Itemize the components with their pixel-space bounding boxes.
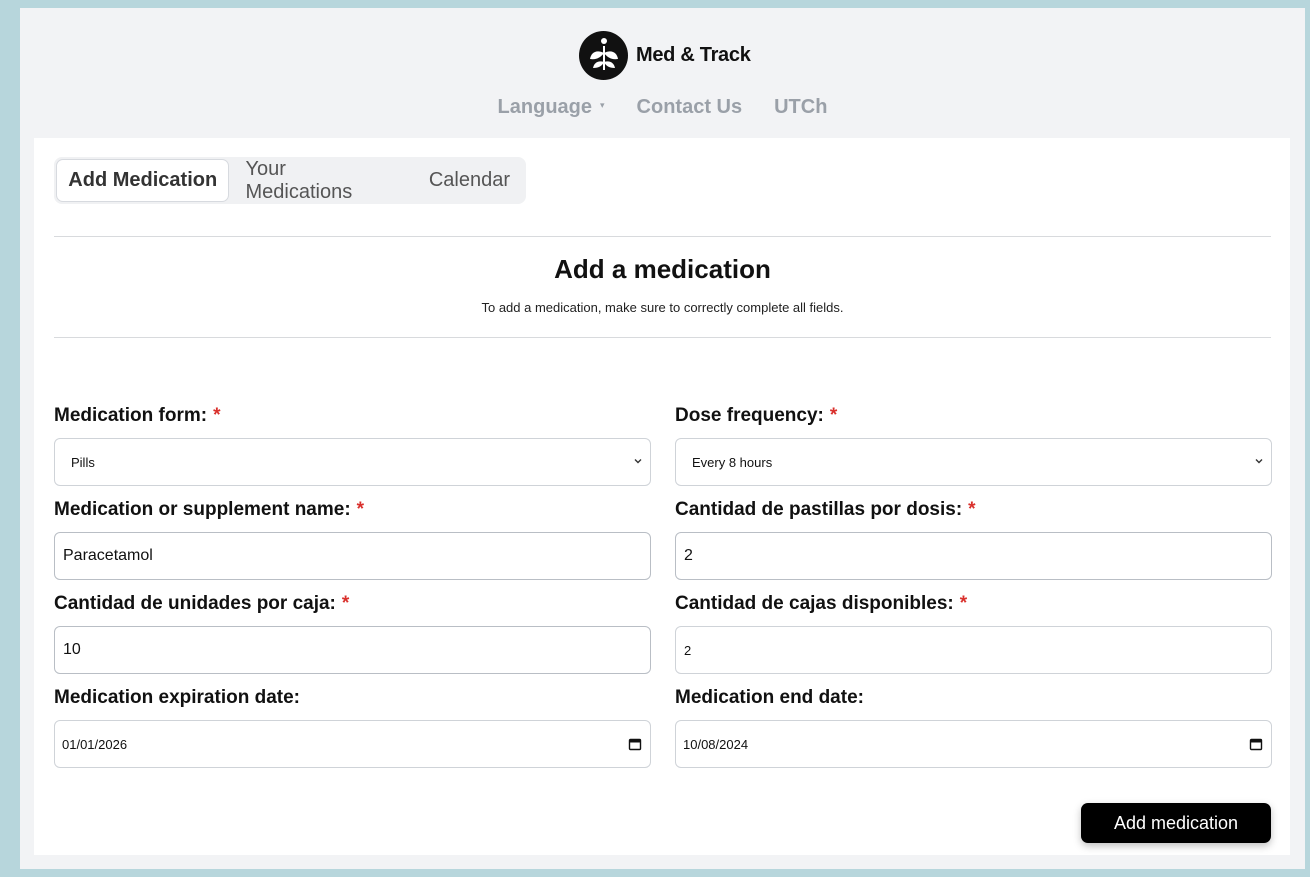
chevron-down-icon: [634, 459, 642, 464]
required-mark: *: [356, 499, 365, 520]
tab-your-medications[interactable]: Your Medications: [229, 158, 412, 203]
expiration-date-value: 01/01/2026: [62, 736, 128, 752]
units-per-box-input[interactable]: 10: [54, 626, 651, 674]
language-dropdown[interactable]: Language ▾: [498, 96, 605, 119]
required-mark: *: [968, 499, 976, 520]
end-date-label: Medication end date:: [675, 687, 864, 708]
tab-bar: Add Medication Your Medications Calendar: [54, 157, 526, 204]
tab-add-medication[interactable]: Add Medication: [56, 159, 230, 202]
pills-per-dose-input[interactable]: 2: [675, 532, 1272, 580]
medication-form-field: Medication form: * Pills: [54, 405, 651, 486]
expiration-date-label: Medication expiration date:: [54, 687, 300, 708]
medication-name-value: Paracetamol: [63, 547, 153, 564]
boxes-available-field: Cantidad de cajas disponibles: * 2: [675, 593, 1272, 674]
pills-per-dose-label: Cantidad de pastillas por dosis: *: [675, 499, 976, 520]
required-mark: *: [829, 405, 838, 426]
leaf-logo-icon: [579, 30, 628, 80]
brand-name: Med & Track: [636, 43, 751, 66]
expiration-date-input[interactable]: 01/01/2026: [54, 720, 651, 768]
add-medication-button[interactable]: Add medication: [1081, 803, 1271, 843]
boxes-available-value: 2: [684, 642, 692, 658]
boxes-available-label: Cantidad de cajas disponibles: *: [675, 593, 968, 614]
medication-name-field: Medication or supplement name: * Paraceta…: [54, 499, 651, 580]
app-frame: Med & Track Language ▾ Contact Us UTCh A…: [20, 8, 1305, 869]
main-panel: Add Medication Your Medications Calendar…: [34, 138, 1290, 855]
medication-form-select[interactable]: Pills: [54, 438, 651, 486]
end-date-input[interactable]: 10/08/2024: [675, 720, 1272, 768]
boxes-available-input[interactable]: 2: [675, 626, 1272, 674]
divider: [54, 236, 1271, 237]
dose-frequency-select[interactable]: Every 8 hours: [675, 438, 1272, 486]
units-per-box-field: Cantidad de unidades por caja: * 10: [54, 593, 651, 674]
calendar-icon[interactable]: [1249, 737, 1263, 751]
dose-frequency-label: Dose frequency: *: [675, 405, 838, 426]
dose-frequency-field: Dose frequency: * Every 8 hours: [675, 405, 1272, 486]
required-mark: *: [213, 405, 221, 426]
medication-name-input[interactable]: Paracetamol: [54, 532, 651, 580]
caret-down-icon: ▾: [600, 100, 605, 110]
top-nav: Language ▾ Contact Us UTCh: [20, 96, 1305, 119]
pills-per-dose-field: Cantidad de pastillas por dosis: * 2: [675, 499, 1272, 580]
pills-per-dose-value: 2: [684, 547, 693, 564]
required-mark: *: [341, 593, 350, 614]
required-mark: *: [959, 593, 968, 614]
end-date-value: 10/08/2024: [683, 736, 749, 752]
utch-link[interactable]: UTCh: [774, 96, 827, 119]
form-subtitle: To add a medication, make sure to correc…: [481, 300, 844, 315]
form-title: Add a medication: [554, 254, 771, 284]
medication-name-label: Medication or supplement name: *: [54, 499, 365, 520]
language-label: Language: [497, 96, 592, 118]
units-per-box-value: 10: [63, 641, 81, 658]
divider: [54, 337, 1271, 338]
contact-us-link[interactable]: Contact Us: [637, 96, 743, 119]
end-date-field: Medication end date: 10/08/2024: [675, 687, 1272, 768]
brand[interactable]: Med & Track: [579, 30, 751, 80]
tab-calendar[interactable]: Calendar: [413, 159, 526, 202]
medication-form-label: Medication form: *: [54, 405, 221, 426]
calendar-icon[interactable]: [628, 737, 642, 751]
units-per-box-label: Cantidad de unidades por caja: *: [54, 593, 350, 614]
dose-frequency-value: Every 8 hours: [692, 454, 773, 470]
expiration-date-field: Medication expiration date: 01/01/2026: [54, 687, 651, 768]
medication-form-value: Pills: [71, 454, 95, 470]
chevron-down-icon: [1255, 459, 1263, 464]
